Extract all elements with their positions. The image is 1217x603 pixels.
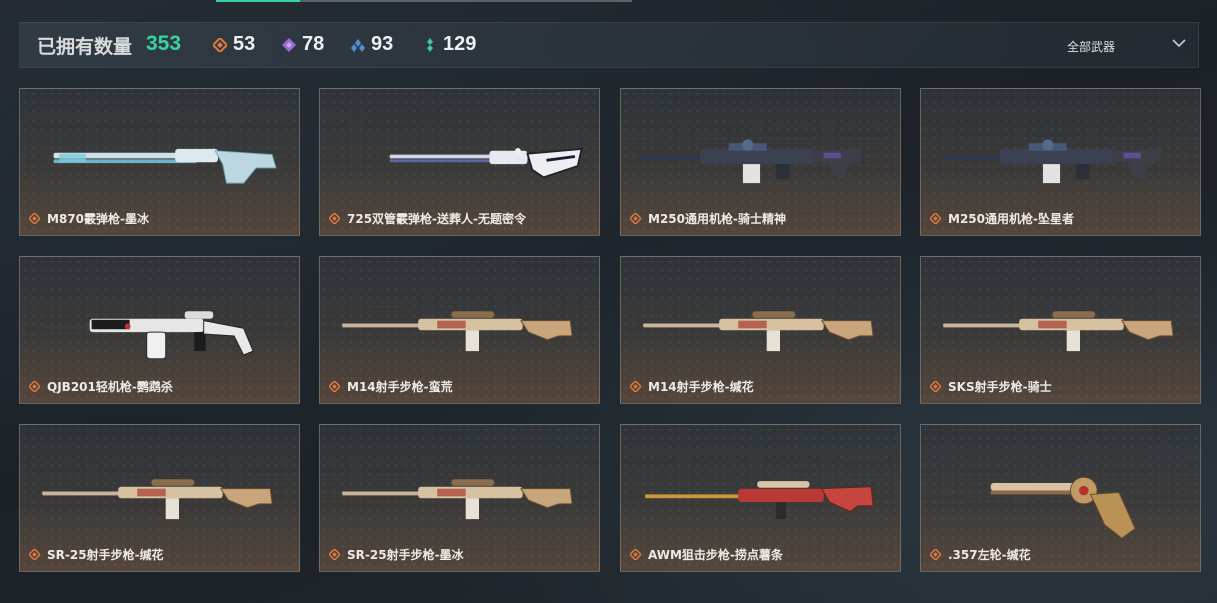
- orange-diamond-icon: [213, 37, 227, 52]
- weapon-name: SR-25射手步枪-缄花: [47, 548, 164, 562]
- marksman-rifle-icon: [342, 311, 573, 352]
- weapon-card[interactable]: M14射手步枪-缄花: [620, 256, 901, 404]
- stat-blue-value: 93: [371, 33, 394, 55]
- top-tab-active-indicator: [216, 0, 300, 2]
- weapon-label-row: M14射手步枪-缄花: [630, 378, 754, 395]
- stat-green-value: 129: [443, 33, 477, 55]
- blue-diamond-icon: [351, 38, 365, 52]
- rarity-diamond-icon: [29, 549, 40, 560]
- weapon-card[interactable]: .357左轮-缄花: [920, 424, 1201, 572]
- rarity-diamond-icon: [329, 549, 340, 560]
- weapon-label-row: M250通用机枪-骑士精神: [630, 210, 786, 227]
- weapon-card[interactable]: AWM狙击步枪-捞点薯条: [620, 424, 901, 572]
- double-barrel-shotgun-icon: [389, 147, 583, 179]
- weapon-label-row: SR-25射手步枪-墨冰: [329, 546, 464, 563]
- weapon-name: M870霰弹枪-墨冰: [47, 212, 149, 226]
- weapon-filter-dropdown[interactable]: 全部武器: [1067, 38, 1115, 55]
- rarity-diamond-icon: [329, 213, 340, 224]
- weapon-card[interactable]: QJB201轻机枪-鹦鹉杀: [19, 256, 300, 404]
- weapon-name: SR-25射手步枪-墨冰: [347, 548, 464, 562]
- weapon-name: SKS射手步枪-骑士: [948, 380, 1052, 394]
- weapon-name: AWM狙击步枪-捞点薯条: [648, 548, 783, 562]
- weapon-card[interactable]: SR-25射手步枪-缄花: [19, 424, 300, 572]
- stats-bar: 已拥有数量 353 53 78 93 129 全部武器: [19, 22, 1199, 68]
- weapon-card[interactable]: SR-25射手步枪-墨冰: [319, 424, 600, 572]
- weapon-label-row: 725双管霰弹枪-送葬人-无题密令: [329, 210, 526, 227]
- weapon-label-row: SKS射手步枪-骑士: [930, 378, 1052, 395]
- weapon-label-row: M250通用机枪-坠星者: [930, 210, 1074, 227]
- owned-count-value: 353: [146, 32, 182, 55]
- revolver-icon: [990, 476, 1136, 539]
- rarity-diamond-icon: [29, 381, 40, 392]
- stat-orange-value: 53: [233, 33, 256, 55]
- sniper-rifle-icon: [645, 481, 874, 520]
- rarity-diamond-icon: [630, 381, 641, 392]
- purple-diamond-icon: [282, 37, 296, 52]
- rarity-diamond-icon: [29, 213, 40, 224]
- weapon-label-row: .357左轮-缄花: [930, 546, 1031, 563]
- weapon-label-row: SR-25射手步枪-缄花: [29, 546, 164, 563]
- machine-gun-icon: [641, 139, 862, 184]
- stat-green: 129: [423, 33, 476, 56]
- rarity-diamond-icon: [930, 213, 941, 224]
- owned-count-label: 已拥有数量: [37, 36, 133, 58]
- weapon-name: 725双管霰弹枪-送葬人-无题密令: [347, 212, 527, 226]
- weapon-name: M14射手步枪-缄花: [648, 380, 754, 394]
- stat-orange: 53: [213, 33, 255, 56]
- stat-purple-value: 78: [302, 33, 325, 55]
- stat-purple: 78: [282, 33, 324, 56]
- weapon-card[interactable]: M250通用机枪-骑士精神: [620, 88, 901, 236]
- weapon-name: M250通用机枪-坠星者: [948, 212, 1074, 226]
- weapon-card[interactable]: SKS射手步枪-骑士: [920, 256, 1201, 404]
- rarity-diamond-icon: [630, 213, 641, 224]
- weapon-name: .357左轮-缄花: [948, 548, 1031, 562]
- light-machine-gun-icon: [44, 311, 254, 360]
- weapon-name: QJB201轻机枪-鹦鹉杀: [47, 380, 173, 394]
- rarity-diamond-icon: [930, 381, 941, 392]
- weapon-label-row: AWM狙击步枪-捞点薯条: [630, 546, 783, 563]
- marksman-rifle-icon: [42, 479, 273, 520]
- marksman-rifle-icon: [643, 311, 874, 352]
- rarity-diamond-icon: [630, 549, 641, 560]
- shotgun-icon: [53, 148, 277, 184]
- marksman-rifle-icon: [943, 311, 1174, 352]
- rarity-diamond-icon: [329, 381, 340, 392]
- green-diamond-icon: [427, 37, 433, 52]
- weapon-label-row: QJB201轻机枪-鹦鹉杀: [29, 378, 173, 395]
- rarity-diamond-icon: [930, 549, 941, 560]
- stat-blue: 93: [351, 33, 393, 56]
- weapon-label-row: M14射手步枪-蛮荒: [329, 378, 453, 395]
- marksman-rifle-icon: [342, 479, 573, 520]
- weapon-card[interactable]: M870霰弹枪-墨冰: [19, 88, 300, 236]
- machine-gun-icon: [941, 139, 1162, 184]
- weapon-card[interactable]: 725双管霰弹枪-送葬人-无题密令: [319, 88, 600, 236]
- weapon-card[interactable]: M14射手步枪-蛮荒: [319, 256, 600, 404]
- weapon-card[interactable]: M250通用机枪-坠星者: [920, 88, 1201, 236]
- weapon-name: M250通用机枪-骑士精神: [648, 212, 786, 226]
- weapon-label-row: M870霰弹枪-墨冰: [29, 210, 149, 227]
- weapon-name: M14射手步枪-蛮荒: [347, 380, 453, 394]
- chevron-down-icon[interactable]: [1171, 37, 1187, 49]
